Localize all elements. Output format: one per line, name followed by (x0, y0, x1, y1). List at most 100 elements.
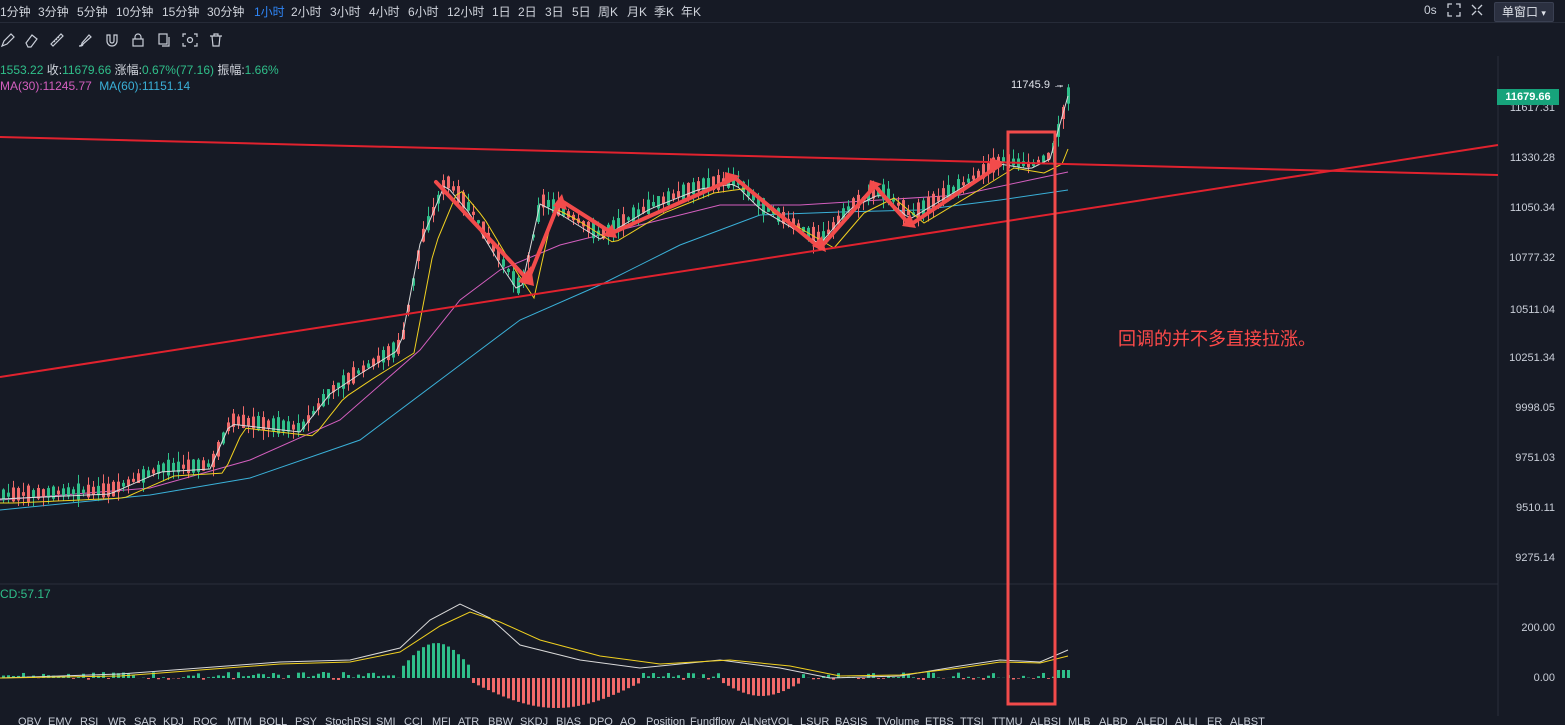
indicator-tab-psy[interactable]: PSY (295, 716, 317, 725)
indicator-tab-emv[interactable]: EMV (48, 716, 72, 725)
indicator-tab-smi[interactable]: SMI (376, 716, 396, 725)
candle-body (382, 350, 385, 363)
indicator-tab-lsur[interactable]: LSUR (800, 716, 829, 725)
candle-body (97, 485, 100, 496)
macd-bar (287, 675, 290, 678)
indicator-tab-wr[interactable]: WR (108, 716, 126, 725)
macd-bar (627, 678, 630, 689)
indicator-tab-bbw[interactable]: BBW (488, 716, 513, 725)
indicator-tab-albd[interactable]: ALBD (1099, 716, 1128, 725)
macd-bar (537, 678, 540, 707)
indicator-tab-bias[interactable]: BIAS (556, 716, 581, 725)
candle-body (27, 485, 30, 502)
macd-bar (1017, 678, 1020, 679)
macd-bar (692, 673, 695, 678)
indicator-tab-dpo[interactable]: DPO (589, 716, 613, 725)
indicator-tab-mtm[interactable]: MTM (227, 716, 252, 725)
macd-bar (782, 678, 785, 692)
price-tick: 10777.32 (1509, 252, 1555, 264)
indicator-tab-ttsi[interactable]: TTSI (960, 716, 984, 725)
indicator-tab-boll[interactable]: BOLL (259, 716, 287, 725)
indicator-tab-ao[interactable]: AO (620, 716, 636, 725)
macd-bar (282, 678, 285, 679)
macd-bar (987, 675, 990, 678)
macd-bar (432, 643, 435, 678)
macd-dea-line (0, 611, 1069, 679)
macd-bar (727, 678, 730, 686)
indicator-tab-fundflow[interactable]: Fundflow (690, 716, 735, 725)
indicator-tab-kdj[interactable]: KDJ (163, 716, 184, 725)
indicator-tab-atr[interactable]: ATR (458, 716, 479, 725)
macd-bar (957, 672, 960, 678)
candle-body (352, 367, 355, 384)
candle-body (107, 483, 110, 497)
macd-dif-line (0, 603, 1069, 679)
candle-body (672, 193, 675, 199)
macd-bar (682, 678, 685, 680)
indicator-tab-basis[interactable]: BASIS (835, 716, 867, 725)
macd-bar (757, 678, 760, 696)
candle-body (82, 489, 85, 493)
macd-bar (747, 678, 750, 695)
macd-bar (237, 672, 240, 678)
macd-bar (617, 678, 620, 693)
macd-bar (167, 678, 170, 680)
indicator-tab-tvolume[interactable]: TVolume (876, 716, 919, 725)
macd-bar (707, 678, 710, 680)
indicator-tab-er[interactable]: ER (1207, 716, 1222, 725)
macd-bar (72, 678, 75, 679)
macd-bar (77, 677, 80, 678)
indicator-tab-roc[interactable]: ROC (193, 716, 217, 725)
macd-bar (402, 665, 405, 678)
macd-bar (372, 672, 375, 678)
macd-bar (232, 678, 235, 680)
indicator-tab-alnetvol[interactable]: ALNetVOL (740, 716, 793, 725)
macd-bar (202, 678, 205, 680)
indicator-tab-albst[interactable]: ALBST (1230, 716, 1265, 725)
macd-bar (492, 678, 495, 693)
macd-bar (132, 675, 135, 678)
macd-bar (742, 678, 745, 693)
indicator-tab-ttmu[interactable]: TTMU (992, 716, 1023, 725)
price-tick: 9275.14 (1515, 552, 1555, 564)
candle-body (387, 346, 390, 361)
macd-bar (362, 676, 365, 678)
indicator-tab-alli[interactable]: ALLI (1175, 716, 1198, 725)
indicator-tab-mlb[interactable]: MLB (1068, 716, 1091, 725)
macd-bar (602, 678, 605, 699)
indicator-tab-rsi[interactable]: RSI (80, 716, 98, 725)
indicator-tab-skdj[interactable]: SKDJ (520, 716, 548, 725)
candle-body (297, 423, 300, 433)
candle-body (687, 182, 690, 198)
wave-arrowheads (518, 158, 1004, 286)
indicator-tab-obv[interactable]: OBV (18, 716, 41, 725)
macd-bar (972, 678, 975, 680)
macd-bar (562, 678, 565, 708)
indicator-tab-cci[interactable]: CCI (404, 716, 423, 725)
macd-bar (932, 672, 935, 678)
candle-body (357, 370, 360, 374)
candle-body (502, 259, 505, 267)
macd-bar (197, 673, 200, 678)
indicator-tab-mfi[interactable]: MFI (432, 716, 451, 725)
price-axis[interactable]: 11617.31 11330.28 11050.34 10777.32 10511.04… (1498, 56, 1565, 716)
macd-bar (1032, 678, 1035, 679)
indicator-tab-stochrsi[interactable]: StochRSI (325, 716, 371, 725)
indicator-tab-position[interactable]: Position (646, 716, 685, 725)
macd-bar (577, 678, 580, 706)
macd-bar (112, 672, 115, 678)
macd-bar (367, 673, 370, 678)
macd-bar (512, 678, 515, 701)
indicator-tab-albsi[interactable]: ALBSI (1030, 716, 1061, 725)
price-chart[interactable] (0, 0, 1565, 725)
macd-bar (557, 678, 560, 708)
macd-bar (342, 672, 345, 678)
macd-bar (702, 674, 705, 678)
macd-bar (472, 678, 475, 683)
macd-bar (762, 678, 765, 696)
macd-bar (387, 675, 390, 678)
macd-bar (1012, 678, 1015, 680)
indicator-tab-aledi[interactable]: ALEDI (1136, 716, 1168, 725)
indicator-tab-sar[interactable]: SAR (134, 716, 157, 725)
indicator-tab-etbs[interactable]: ETBS (925, 716, 954, 725)
